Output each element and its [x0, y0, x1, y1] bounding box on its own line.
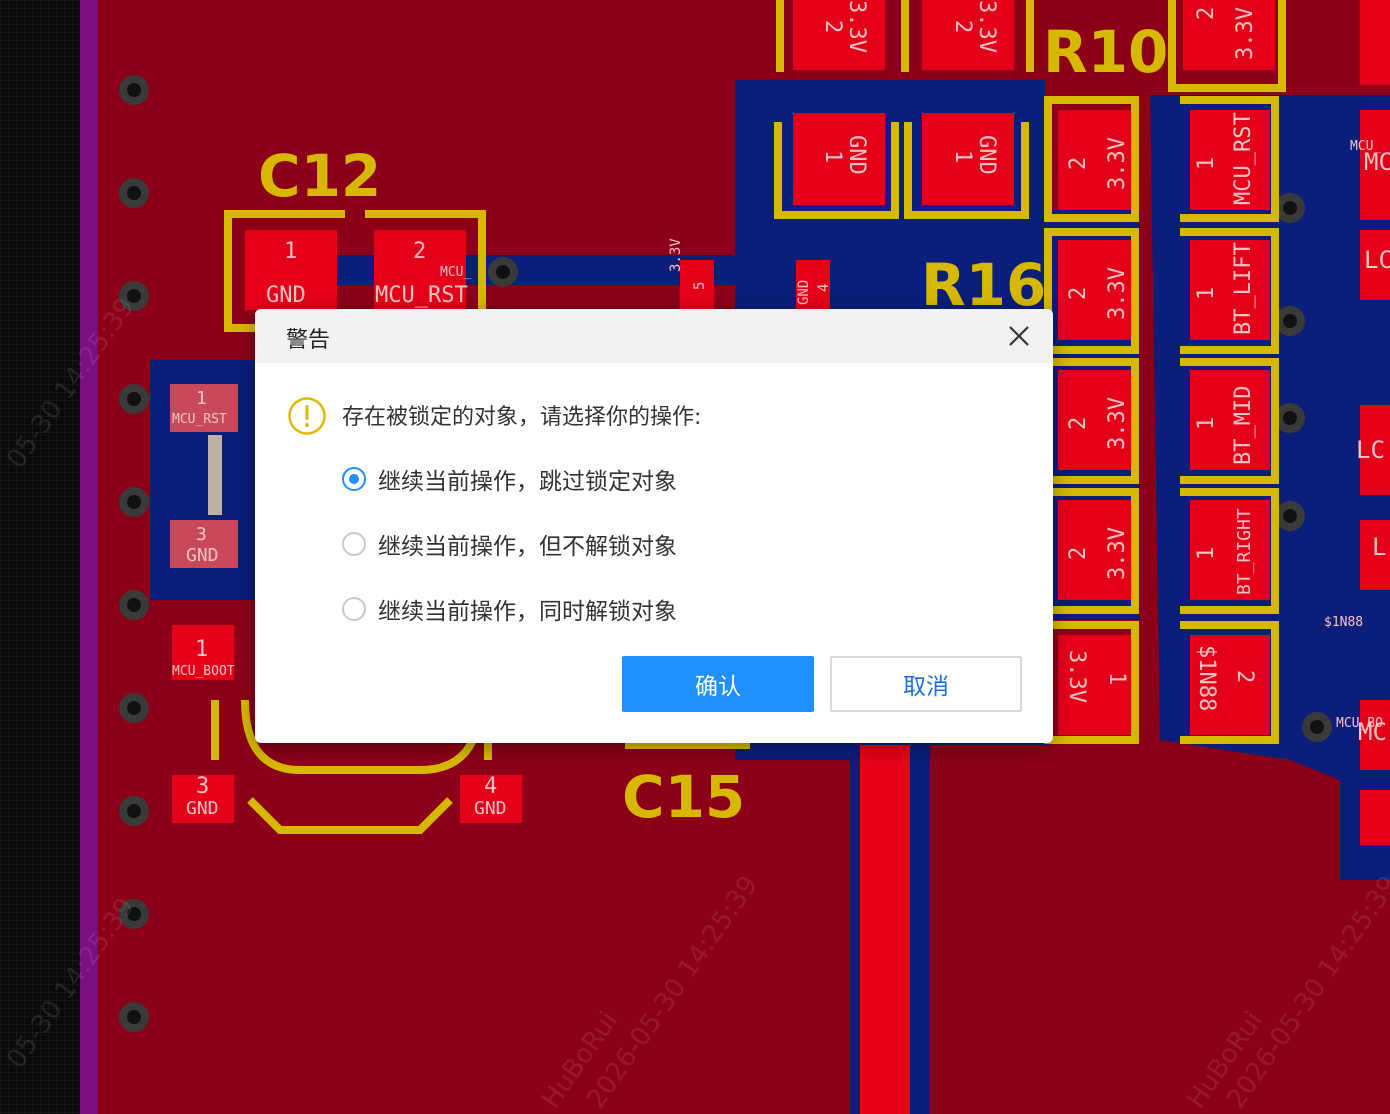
svg-text:MCU_RST: MCU_RST — [172, 412, 227, 427]
svg-text:3.3V: 3.3V — [974, 0, 999, 53]
option-skip-locked[interactable]: 继续当前操作，跳过锁定对象 — [342, 463, 677, 495]
grid-area — [0, 0, 90, 1114]
svg-text:3: 3 — [196, 524, 207, 545]
svg-text:GND: GND — [974, 135, 999, 175]
option-label: 继续当前操作，同时解锁对象 — [378, 599, 677, 625]
svg-text:1: 1 — [1194, 547, 1219, 560]
svg-text:3.3V: 3.3V — [1105, 267, 1130, 320]
option-label: 继续当前操作，跳过锁定对象 — [378, 469, 677, 495]
option-unlock[interactable]: 继续当前操作，同时解锁对象 — [342, 593, 677, 625]
svg-text:1: 1 — [284, 239, 297, 264]
radio-button[interactable] — [342, 532, 366, 556]
svg-text:2: 2 — [1066, 547, 1091, 560]
svg-text:2: 2 — [1194, 7, 1219, 20]
svg-text:MCU_: MCU_ — [440, 265, 471, 280]
dialog-header: 警告 — [255, 309, 1053, 363]
svg-text:2: 2 — [1232, 670, 1257, 683]
copper-trace — [860, 745, 910, 1114]
svg-text:LC: LC — [1364, 246, 1390, 274]
switch-body — [208, 435, 222, 515]
svg-text:GND: GND — [474, 798, 507, 819]
svg-text:4: 4 — [484, 774, 497, 799]
svg-text:3.3V: 3.3V — [668, 238, 684, 272]
radio-button-checked[interactable] — [342, 467, 366, 491]
svg-text:1: 1 — [1194, 287, 1219, 300]
svg-text:BT_RIGHT: BT_RIGHT — [1234, 508, 1255, 595]
svg-text:L: L — [1372, 533, 1386, 561]
svg-text:MCU_: MCU_ — [1350, 139, 1381, 154]
svg-text:GND: GND — [844, 135, 869, 175]
svg-text:C15: C15 — [622, 763, 745, 831]
svg-text:C12: C12 — [258, 142, 381, 210]
svg-text:3.3V: 3.3V — [1105, 137, 1130, 190]
svg-text:1: 1 — [1194, 417, 1219, 430]
svg-text:3: 3 — [196, 774, 209, 799]
exclamation-circle-icon — [287, 396, 326, 435]
svg-text:3.3V: 3.3V — [1064, 650, 1089, 703]
svg-text:1: 1 — [1104, 672, 1129, 685]
svg-text:2: 2 — [1066, 157, 1091, 170]
svg-text:5: 5 — [692, 282, 708, 290]
svg-text:1: 1 — [820, 150, 845, 163]
svg-text:GND: GND — [266, 283, 306, 308]
svg-text:BT_LIFT: BT_LIFT — [1231, 242, 1256, 335]
svg-text:1: 1 — [950, 150, 975, 163]
svg-text:MCU_RST: MCU_RST — [1231, 112, 1256, 205]
svg-text:2: 2 — [820, 20, 845, 33]
svg-text:3.3V: 3.3V — [1233, 7, 1258, 60]
svg-text:3.3V: 3.3V — [1105, 527, 1130, 580]
svg-text:1: 1 — [196, 388, 207, 409]
svg-text:GND: GND — [186, 545, 219, 566]
svg-text:3.3V: 3.3V — [844, 0, 869, 53]
confirm-button[interactable]: 确认 — [622, 656, 814, 712]
dialog-message: 存在被锁定的对象，请选择你的操作: — [342, 405, 702, 430]
svg-text:R10: R10 — [1043, 18, 1168, 86]
svg-text:1: 1 — [195, 637, 208, 662]
svg-text:2: 2 — [950, 20, 975, 33]
svg-text:LC: LC — [1356, 436, 1385, 464]
cancel-button[interactable]: 取消 — [830, 656, 1022, 712]
svg-text:GND: GND — [796, 280, 812, 305]
svg-text:2: 2 — [1066, 417, 1091, 430]
svg-text:2: 2 — [1066, 287, 1091, 300]
option-keep-locked[interactable]: 继续当前操作，但不解锁对象 — [342, 528, 677, 560]
svg-text:4: 4 — [816, 284, 832, 292]
svg-text:1: 1 — [1194, 157, 1219, 170]
svg-text:$1N88: $1N88 — [1324, 615, 1363, 630]
svg-text:MCU_BOOT: MCU_BOOT — [172, 664, 235, 679]
svg-text:3.3V: 3.3V — [1105, 397, 1130, 450]
svg-text:$1N88: $1N88 — [1194, 645, 1219, 711]
warning-dialog: 警告 存在被锁定的对象，请选择你的操作: 继续当前操作，跳过锁定对象 继续当前操… — [255, 309, 1053, 743]
close-icon[interactable] — [1005, 322, 1033, 350]
svg-text:MC: MC — [1358, 718, 1387, 746]
dialog-title: 警告 — [286, 328, 331, 353]
svg-text:2: 2 — [413, 239, 426, 264]
svg-text:BT_MID: BT_MID — [1231, 386, 1256, 465]
radio-button[interactable] — [342, 597, 366, 621]
svg-text:MCU_RST: MCU_RST — [375, 283, 468, 308]
svg-text:GND: GND — [186, 798, 219, 819]
option-label: 继续当前操作，但不解锁对象 — [378, 534, 677, 560]
